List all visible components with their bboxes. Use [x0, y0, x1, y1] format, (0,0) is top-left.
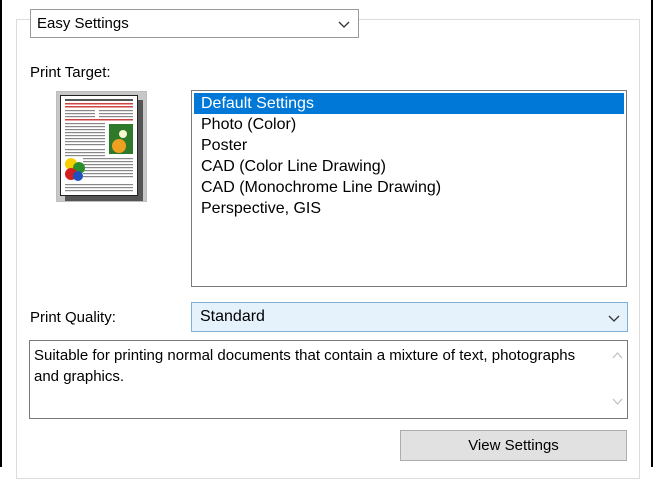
mode-dropdown[interactable]: Easy Settings: [30, 9, 359, 38]
chevron-down-icon: [608, 315, 620, 322]
description-scrollbar[interactable]: [609, 342, 626, 417]
list-item[interactable]: CAD (Color Line Drawing): [194, 156, 624, 177]
view-settings-button[interactable]: View Settings: [400, 430, 627, 461]
list-item[interactable]: CAD (Monochrome Line Drawing): [194, 177, 624, 198]
document-preview-icon: [56, 91, 147, 202]
print-target-listbox[interactable]: Default Settings Photo (Color) Poster CA…: [191, 90, 627, 287]
list-item[interactable]: Poster: [194, 135, 624, 156]
description-box[interactable]: Suitable for printing normal documents t…: [29, 340, 628, 419]
list-item[interactable]: Default Settings: [194, 93, 624, 114]
description-text: Suitable for printing normal documents t…: [34, 347, 576, 385]
print-target-label: Print Target:: [30, 64, 111, 81]
print-quality-label: Print Quality:: [30, 309, 116, 326]
scroll-up-arrow-icon[interactable]: [612, 351, 623, 359]
print-quality-value: Standard: [200, 308, 265, 325]
chevron-down-icon: [338, 21, 350, 28]
mode-dropdown-value: Easy Settings: [37, 15, 129, 32]
dialog-frame: Easy Settings Print Target: Default Sett…: [0, 0, 653, 479]
scroll-down-arrow-icon[interactable]: [612, 398, 623, 406]
list-item[interactable]: Perspective, GIS: [194, 198, 624, 219]
list-item[interactable]: Photo (Color): [194, 114, 624, 135]
print-quality-dropdown[interactable]: Standard: [191, 302, 628, 332]
